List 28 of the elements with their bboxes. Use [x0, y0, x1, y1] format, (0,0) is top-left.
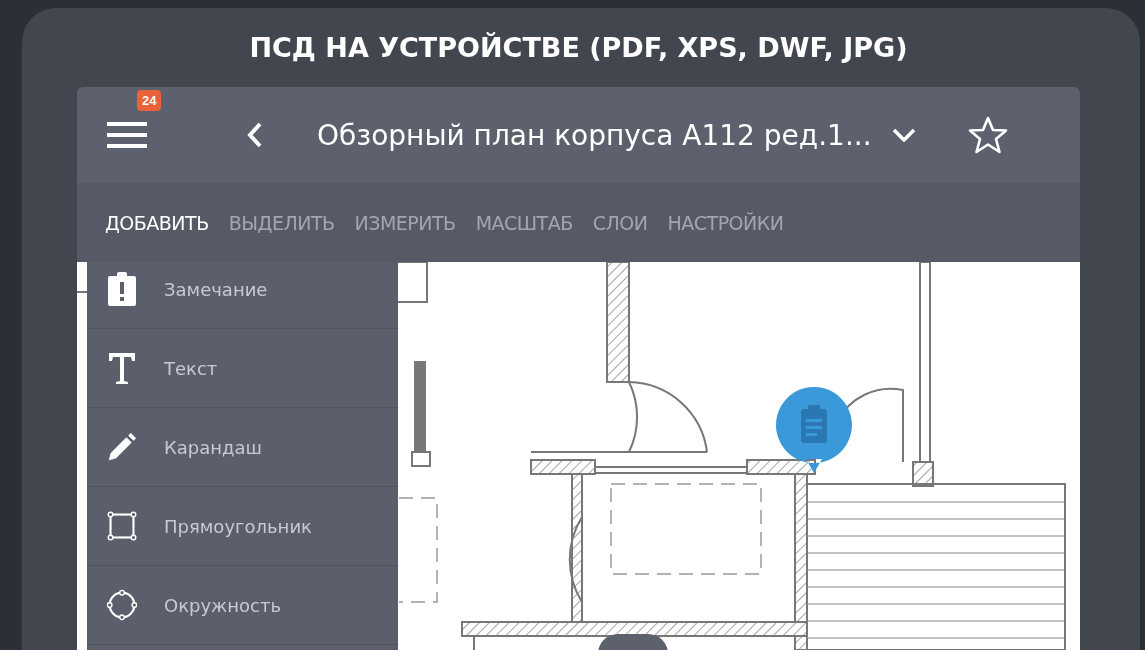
menu-item[interactable]: Окружность: [87, 566, 398, 645]
banner-title: ПСД НА УСТРОЙСТВЕ (PDF, XPS, DWF, JPG): [248, 31, 909, 65]
menu-item-label: Замечание: [164, 278, 268, 300]
toolbar-tab[interactable]: ВЫДЕЛИТЬ: [228, 211, 335, 234]
note-icon: [107, 272, 137, 306]
toolbar-tab[interactable]: СЛОИ: [592, 211, 648, 234]
menu-item-label: Прямоугольник: [164, 515, 312, 537]
menu-item-label: Окружность: [164, 594, 282, 616]
note-pin-icon[interactable]: [774, 385, 854, 475]
menu-item[interactable]: Замечание: [87, 262, 398, 329]
toolbar-tab[interactable]: НАСТРОЙКИ: [667, 211, 784, 234]
menu-item[interactable]: Прямоугольник: [87, 487, 398, 566]
toolbar-tab[interactable]: ДОБАВИТЬ: [105, 211, 209, 234]
circle-icon: [107, 588, 137, 622]
menu-item[interactable]: Карандаш: [87, 408, 398, 487]
chevron-down-icon[interactable]: [891, 128, 916, 142]
toolbar-tab[interactable]: МАСШТАБ: [475, 211, 573, 234]
toolbar-tab[interactable]: ИЗМЕРИТЬ: [354, 211, 456, 234]
notification-badge: 24: [137, 90, 162, 111]
menu-icon: [107, 122, 147, 148]
text-icon: [107, 351, 137, 385]
star-icon[interactable]: [967, 115, 1008, 155]
rectangle-icon: [107, 509, 137, 543]
back-icon[interactable]: [247, 122, 263, 148]
menu-item-label: Текст: [164, 357, 218, 379]
menu-item-label: Карандаш: [164, 436, 262, 458]
document-title: Обзорный план корпуса А112 ред.1...: [317, 118, 872, 152]
menu-item[interactable]: Текст: [87, 329, 398, 408]
